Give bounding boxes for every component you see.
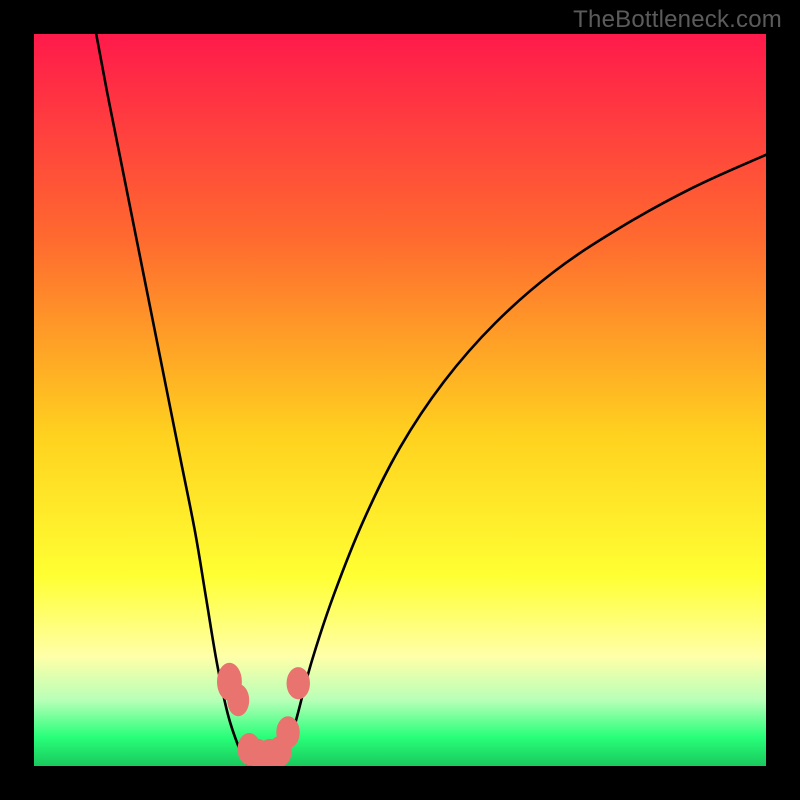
- data-marker: [287, 667, 310, 699]
- data-marker: [276, 716, 299, 748]
- watermark-text: TheBottleneck.com: [573, 6, 782, 34]
- outer-frame: TheBottleneck.com: [0, 0, 800, 800]
- chart-canvas: [34, 34, 766, 766]
- plot-area: [34, 34, 766, 766]
- gradient-background: [34, 34, 766, 766]
- data-marker: [227, 684, 249, 716]
